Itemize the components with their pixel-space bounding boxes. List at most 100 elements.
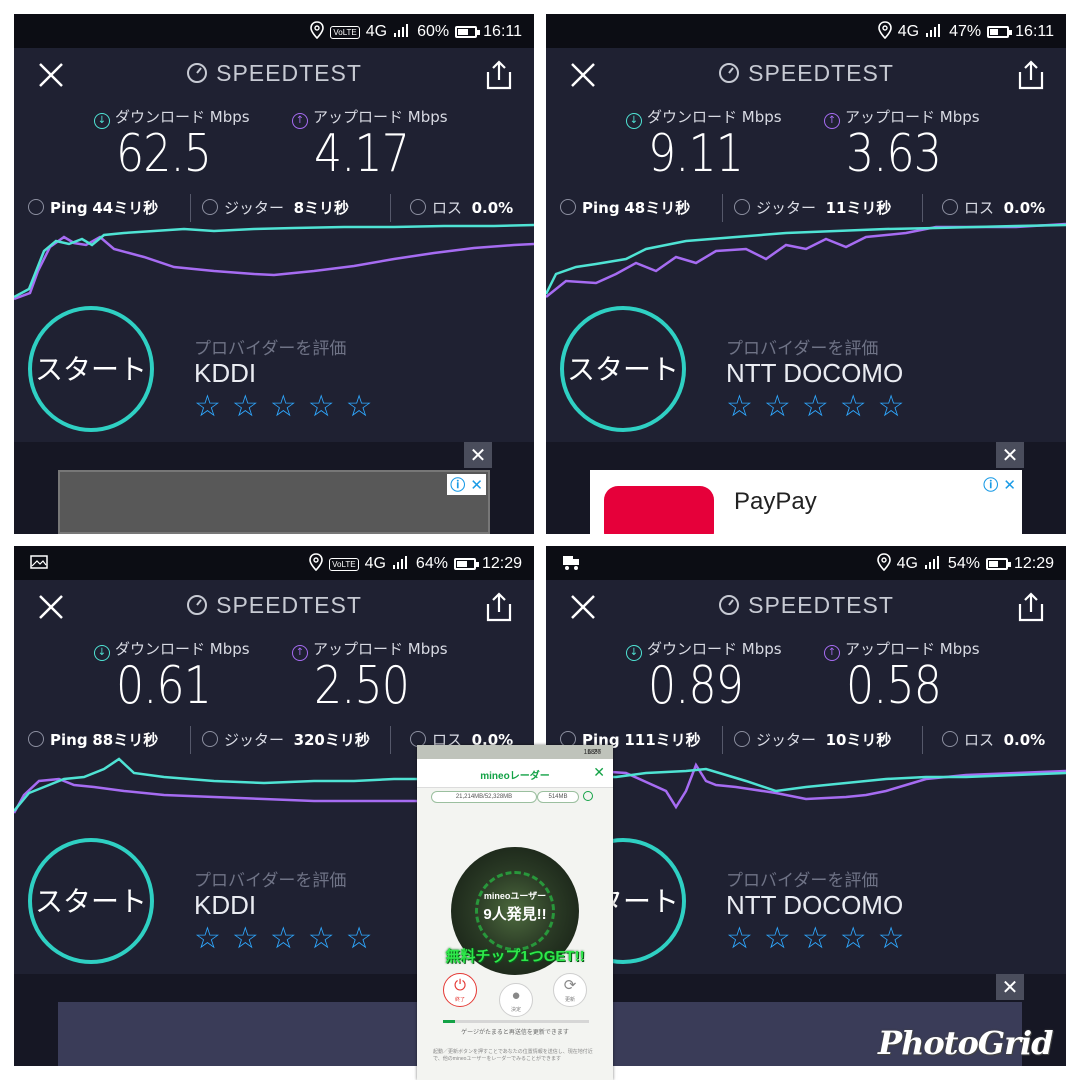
title-text: SPEEDTEST: [216, 60, 362, 86]
ad-close-icon[interactable]: ✕: [996, 442, 1024, 468]
speed-graph: [546, 762, 1066, 810]
start-button[interactable]: スタート: [28, 838, 154, 964]
volte-icon: VoLTE: [329, 557, 359, 571]
radar-users-label: mineoユーザー: [483, 891, 547, 901]
battery-icon: [987, 26, 1013, 38]
app-toolbar: SPEEDTEST: [14, 48, 534, 108]
app-title: SPEEDTEST: [14, 60, 534, 87]
title-text: SPEEDTEST: [216, 592, 362, 618]
star-icon[interactable]: ☆: [270, 392, 297, 422]
provider-name: KDDI: [194, 890, 257, 920]
upload-arrow-icon: ↑: [824, 645, 840, 661]
star-icon[interactable]: ☆: [232, 924, 259, 954]
paypay-logo: [604, 486, 714, 534]
mineo-description: 起動／更新ボタンを押すことであなたの位置情報を送信し、現在地付近で、他のmine…: [433, 1049, 593, 1062]
star-icon[interactable]: ☆: [194, 924, 221, 954]
loss-value: 0.0%: [1003, 199, 1046, 217]
start-label: スタート: [34, 353, 147, 386]
loss-icon: [942, 199, 958, 215]
download-arrow-icon: ↓: [626, 113, 642, 129]
battery-percent: 47%: [949, 23, 982, 40]
refresh-icon: ⟳: [563, 977, 577, 994]
rating-stars: ☆ ☆ ☆ ☆ ☆: [726, 392, 905, 422]
jitter-metric: ジッター 11ミリ秒: [734, 197, 891, 218]
provider-name: KDDI: [194, 358, 257, 388]
star-icon[interactable]: ☆: [878, 924, 905, 954]
jitter-metric: ジッター 10ミリ秒: [734, 729, 891, 750]
divider: [922, 194, 923, 222]
ping-icon: [28, 199, 44, 215]
star-icon[interactable]: ☆: [840, 392, 867, 422]
location-icon: [876, 553, 891, 575]
speedometer-icon: [187, 595, 208, 615]
ping-metric: Ping 48ミリ秒: [560, 197, 690, 218]
star-icon[interactable]: ☆: [764, 392, 791, 422]
star-icon[interactable]: ☆: [840, 924, 867, 954]
signal-icon: [925, 23, 943, 41]
refresh-button[interactable]: ⟳ 更新: [553, 973, 587, 1007]
start-button[interactable]: スタート: [28, 306, 154, 432]
star-icon[interactable]: ☆: [764, 924, 791, 954]
star-icon[interactable]: ☆: [232, 392, 259, 422]
star-icon[interactable]: ☆: [346, 924, 373, 954]
ad-close-icon[interactable]: ✕: [996, 974, 1024, 1000]
provider-name: NTT DOCOMO: [726, 358, 904, 388]
download-value: 9.11: [648, 124, 744, 184]
start-button[interactable]: スタート: [560, 306, 686, 432]
jitter-value: 10ミリ秒: [825, 731, 892, 749]
signal-icon: [924, 555, 942, 573]
ad-banner[interactable]: ⓘ ✕: [58, 470, 490, 534]
speedtest-panel: VoLTE 4G 60% 16:11 SPEEDTEST ↓ ダウンロード Mbp…: [14, 14, 534, 534]
ad-close-icon[interactable]: ✕: [464, 442, 492, 468]
jitter-icon: [202, 731, 218, 747]
stop-button[interactable]: ● 決定: [499, 983, 533, 1017]
star-icon[interactable]: ☆: [726, 392, 753, 422]
loss-icon: [942, 731, 958, 747]
ad-info-icon[interactable]: ⓘ ✕: [983, 474, 1016, 495]
close-icon[interactable]: ✕: [593, 764, 605, 781]
star-icon[interactable]: ☆: [346, 392, 373, 422]
end-label: 終了: [454, 997, 465, 1003]
jitter-value: 320ミリ秒: [293, 731, 370, 749]
battery-percent: 54%: [947, 555, 980, 572]
star-icon[interactable]: ☆: [878, 392, 905, 422]
jitter-label: ジッター: [756, 199, 817, 217]
ad-banner[interactable]: PayPay ⓘ ✕: [590, 470, 1022, 534]
star-icon[interactable]: ☆: [308, 392, 335, 422]
network-type: 4G: [364, 555, 386, 572]
star-icon[interactable]: ☆: [308, 924, 335, 954]
battery-percent: 60%: [417, 23, 450, 40]
jitter-value: 8ミリ秒: [293, 199, 349, 217]
ping-value: 44ミリ秒: [92, 199, 159, 217]
gauge-bar: [443, 1020, 589, 1023]
rating-stars: ☆ ☆ ☆ ☆ ☆: [194, 392, 373, 422]
share-icon[interactable]: [1016, 58, 1046, 92]
settings-icon[interactable]: [583, 791, 593, 801]
loss-metric: ロス 0.0%: [410, 197, 513, 218]
ad-info-icon[interactable]: ⓘ ✕: [447, 474, 486, 495]
ad-area: ✕ PayPay ⓘ ✕: [546, 442, 1066, 534]
download-value: 0.89: [648, 656, 744, 716]
star-icon[interactable]: ☆: [270, 924, 297, 954]
mineo-title: mineoレーダー: [480, 771, 550, 782]
location-icon: [877, 21, 892, 43]
rate-provider-label: プロバイダーを評価: [726, 871, 879, 891]
start-label: スタート: [34, 885, 147, 918]
star-icon[interactable]: ☆: [802, 924, 829, 954]
divider: [190, 194, 191, 222]
truck-icon: [562, 555, 582, 576]
share-icon[interactable]: [1016, 590, 1046, 624]
star-icon[interactable]: ☆: [802, 392, 829, 422]
end-button[interactable]: ⏻ 終了: [443, 973, 477, 1007]
watermark: PhotoGrid: [878, 1024, 1054, 1062]
signal-icon: [393, 23, 411, 41]
start-label: スタート: [566, 353, 679, 386]
rate-provider-label: プロバイダーを評価: [194, 871, 347, 891]
rating-stars: ☆ ☆ ☆ ☆ ☆: [726, 924, 905, 954]
jitter-label: ジッター: [224, 731, 285, 749]
star-icon[interactable]: ☆: [194, 392, 221, 422]
share-icon[interactable]: [484, 58, 514, 92]
share-icon[interactable]: [484, 590, 514, 624]
speed-graph: [14, 223, 534, 301]
star-icon[interactable]: ☆: [726, 924, 753, 954]
